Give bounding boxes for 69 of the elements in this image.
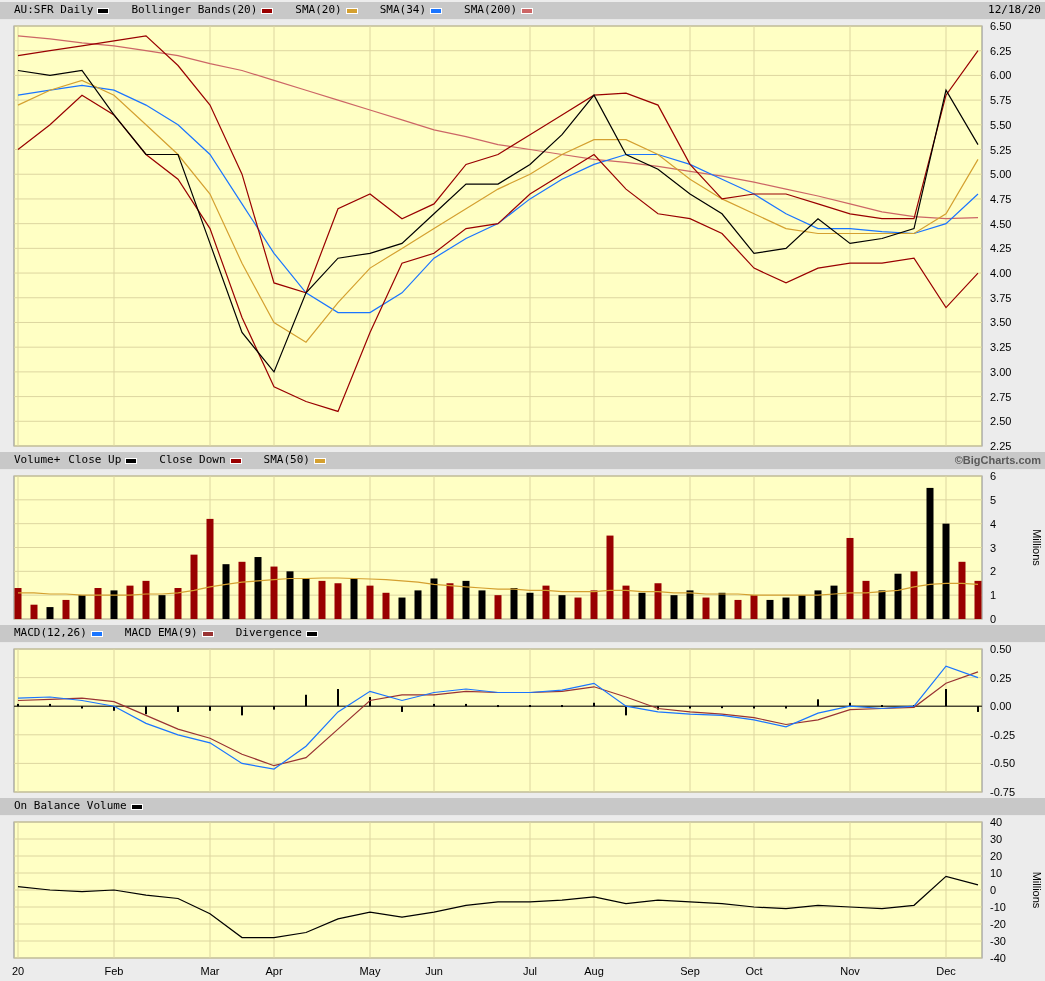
legend-label: AU:SFR Daily	[14, 2, 94, 19]
axis-tick-label: Dec	[936, 965, 956, 977]
legend-label: MACD(12,26)	[14, 625, 87, 642]
axis-tick-label: 6.50	[990, 20, 1012, 32]
axis-tick-label: -10	[990, 901, 1006, 913]
axis-tick-label: -0.25	[990, 728, 1016, 741]
legend-label: MACD EMA(9)	[124, 625, 198, 642]
axis-tick-label: -0.50	[990, 757, 1016, 770]
axis-tick-label: Jun	[425, 965, 443, 977]
axis-tick-label: 20	[990, 850, 1003, 862]
legend-label: Divergence	[235, 625, 302, 642]
axis-tick-label: 5.00	[990, 168, 1012, 181]
legend-label: Close Up	[68, 452, 122, 469]
axis-tick-label: Feb	[104, 965, 124, 977]
axis-tick-label: -0.75	[990, 786, 1016, 798]
axis-tick-label: 10	[990, 867, 1003, 879]
axis-tick-label: 6.25	[990, 44, 1012, 57]
axis-tick-label: 4.25	[990, 242, 1012, 255]
axis-tick-label: 5.75	[990, 94, 1012, 107]
axis-tick-label: 4.00	[990, 267, 1012, 280]
legend-label: SMA(34)	[379, 2, 427, 19]
axis-tick-label: 0	[990, 884, 997, 896]
axis-tick-label: 0.50	[990, 643, 1012, 655]
credit-text: ©BigCharts.com	[954, 453, 1041, 469]
axis-unit-label: Millions	[1031, 871, 1043, 909]
axis-unit-label: Millions	[1031, 529, 1043, 566]
axis-tick-label: Oct	[745, 965, 763, 977]
axis-tick-label: 3	[990, 541, 997, 554]
axis-tick-label: 20	[11, 965, 25, 977]
legend-label: SMA(20)	[295, 2, 342, 19]
axis-tick-label: -30	[990, 935, 1006, 947]
chart-date: 12/18/20	[988, 2, 1041, 19]
axis-tick-label: 4	[990, 517, 997, 530]
axis-tick-label: 5.50	[990, 118, 1012, 131]
axis-tick-label: -40	[990, 952, 1006, 964]
legend-label: On Balance Volume	[14, 798, 127, 815]
axis-tick-label: 5	[990, 493, 997, 506]
axis-tick-label: May	[359, 965, 381, 977]
axis-tick-label: 3.00	[990, 365, 1012, 378]
legend-label: Bollinger Bands(20)	[131, 2, 258, 19]
axis-tick-label: 0.25	[990, 671, 1012, 684]
axis-tick-label: 6.00	[990, 69, 1012, 82]
panel-title: Volume+	[14, 452, 61, 469]
legend-label: SMA(50)	[263, 452, 310, 469]
axis-tick-label: 4.75	[990, 192, 1012, 205]
axis-tick-label: -20	[990, 918, 1006, 930]
axis-tick-label: 0.00	[990, 700, 1012, 713]
axis-tick-label: 30	[990, 833, 1003, 845]
axis-tick-label: Mar	[200, 965, 220, 977]
legend-label: SMA(200)	[464, 2, 518, 19]
axis-tick-label: Aug	[584, 965, 604, 977]
axis-tick-label: 3.75	[990, 291, 1012, 304]
axis-tick-label: 0	[990, 613, 997, 625]
axis-tick-label: 2.75	[990, 390, 1012, 403]
axis-tick-label: 3.50	[990, 316, 1012, 329]
axis-tick-label: 6	[990, 470, 997, 482]
axis-tick-label: 1	[990, 589, 997, 602]
axis-tick-label: 2.25	[990, 440, 1012, 452]
axis-tick-label: 5.25	[990, 143, 1012, 156]
axis-tick-label: Sep	[680, 965, 700, 977]
axis-tick-label: 40	[990, 816, 1003, 828]
axis-tick-label: 3.25	[990, 341, 1012, 354]
axis-tick-label: 2.50	[990, 415, 1012, 428]
axis-tick-label: 2	[990, 565, 997, 578]
axis-tick-label: Nov	[840, 965, 860, 977]
axis-tick-label: Apr	[265, 965, 283, 977]
axis-tick-label: 4.50	[990, 217, 1012, 230]
axis-tick-label: Jul	[522, 965, 538, 977]
legend-label: Close Down	[159, 452, 226, 469]
